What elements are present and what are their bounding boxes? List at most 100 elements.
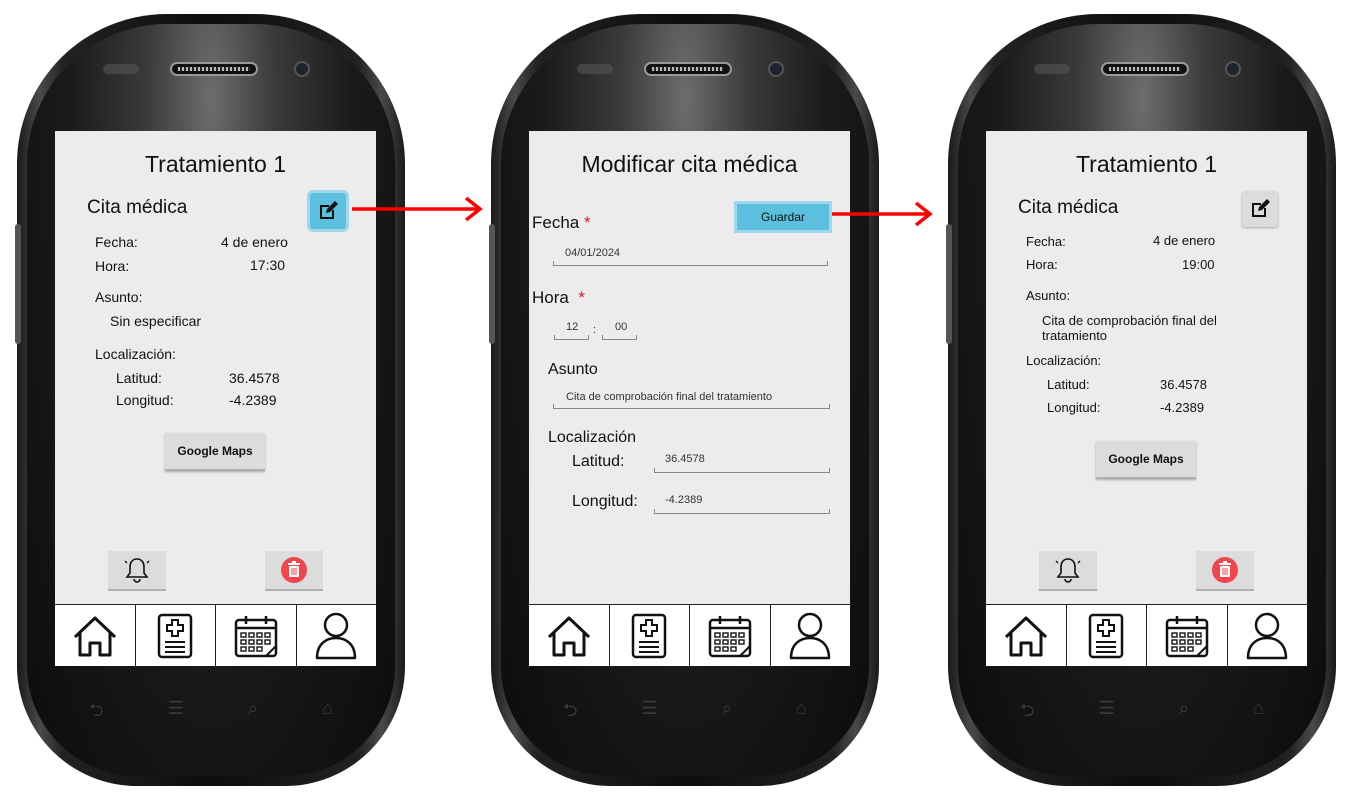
latitud-value: 36.4578 (229, 370, 280, 386)
hora-minutes-value: 00 (615, 321, 628, 333)
medical-record-icon (158, 613, 193, 659)
asunto-input-value: Cita de comprobación final del tratamien… (566, 391, 773, 403)
fecha-value: 4 de enero (221, 234, 288, 250)
front-camera (1225, 61, 1241, 77)
fecha-value: 4 de enero (1153, 233, 1216, 248)
longitud-label: Longitud: (116, 392, 174, 408)
latitud-input-value: 36.4578 (665, 453, 705, 465)
fecha-label: Fecha * (532, 213, 591, 232)
fecha-input-value: 04/01/2024 (565, 247, 621, 259)
screen-edit-appointment: Modificar cita médica Fecha * Guardar 04… (529, 131, 850, 666)
google-maps-button[interactable]: Google Maps (165, 433, 265, 471)
search-key-icon: ⌕ (721, 698, 732, 718)
asunto-label: Asunto: (95, 289, 143, 305)
latitud-label: Latitud: (572, 453, 625, 470)
localizacion-label: Localización: (95, 346, 176, 362)
hora-value: 19:00 (1182, 257, 1215, 272)
tab-medical-record[interactable] (610, 605, 690, 666)
reminder-button[interactable] (1039, 551, 1097, 591)
screen-treatment-detail-updated: Tratamiento 1 Cita médica Fecha: 4 de en… (986, 131, 1307, 666)
menu-key-icon: ☰ (641, 698, 658, 718)
tab-calendar[interactable] (216, 605, 297, 666)
tab-home[interactable] (529, 605, 610, 666)
hora-hours-value: 12 (566, 321, 579, 333)
latitud-value: 36.4578 (1160, 377, 1207, 392)
profile-icon (790, 612, 831, 660)
hora-minutes-input[interactable] (602, 335, 637, 340)
localizacion-label: Localización (548, 429, 637, 446)
tab-medical-record[interactable] (1067, 605, 1147, 666)
localizacion-label: Localización: (1026, 353, 1102, 368)
calendar-icon (708, 616, 751, 658)
hora-label: Hora: (95, 258, 130, 274)
longitud-input-value: -4.2389 (665, 494, 703, 506)
tab-profile[interactable] (297, 605, 377, 666)
home-key-icon: ⌂ (1253, 698, 1264, 718)
speaker-grille (1101, 62, 1189, 76)
asunto-value: Sin especificar (110, 313, 202, 329)
required-mark: * (583, 213, 591, 232)
delete-button[interactable] (1196, 551, 1254, 591)
hardware-nav-keys: ⮌ ☰ ⌕ ⌂ (57, 698, 365, 722)
page-title: Modificar cita médica (581, 151, 798, 177)
section-title: Cita médica (87, 197, 188, 218)
tab-home[interactable] (55, 605, 136, 666)
front-camera (294, 61, 310, 77)
hora-label: Hora * (532, 288, 585, 307)
save-button[interactable]: Guardar (737, 204, 829, 230)
edit-icon (1252, 199, 1270, 217)
menu-key-icon: ☰ (1098, 698, 1115, 718)
home-icon (73, 616, 116, 657)
longitud-label: Longitud: (1047, 400, 1101, 415)
calendar-icon (1165, 616, 1208, 658)
speaker-grille (170, 62, 258, 76)
bottom-tab-bar (529, 604, 850, 666)
bell-icon (124, 558, 150, 583)
latitud-label: Latitud: (116, 370, 162, 386)
hora-hours-input[interactable] (554, 335, 589, 340)
hora-separator: : (593, 324, 597, 336)
screen-treatment-detail: Tratamiento 1 Cita médica Fecha: 4 de en… (55, 131, 376, 666)
fecha-label: Fecha: (95, 234, 138, 250)
search-key-icon: ⌕ (247, 698, 258, 718)
hardware-nav-keys: ⮌ ☰ ⌕ ⌂ (988, 698, 1296, 722)
edit-button[interactable] (1242, 191, 1278, 227)
longitud-label: Longitud: (572, 493, 638, 510)
tab-calendar[interactable] (690, 605, 771, 666)
hardware-nav-keys: ⮌ ☰ ⌕ ⌂ (531, 698, 839, 722)
longitud-value: -4.2389 (1160, 400, 1205, 415)
home-key-icon: ⌂ (796, 698, 807, 718)
flow-arrow-1 (352, 196, 483, 222)
flow-arrow-2 (832, 201, 933, 227)
delete-button[interactable] (265, 551, 323, 591)
back-key-icon: ⮌ (89, 700, 104, 720)
tab-home[interactable] (986, 605, 1067, 666)
required-mark: * (578, 288, 585, 307)
reminder-button[interactable] (108, 551, 166, 591)
page-title: Tratamiento 1 (1075, 151, 1218, 177)
asunto-value: Cita de comprobación final del tratamien… (1042, 313, 1217, 343)
trash-icon (1212, 557, 1238, 583)
latitud-input[interactable] (654, 468, 830, 473)
asunto-label: Asunto: (1026, 288, 1071, 303)
back-key-icon: ⮌ (563, 700, 578, 720)
bottom-tab-bar (55, 604, 376, 666)
tab-profile[interactable] (1228, 605, 1308, 666)
page-title: Tratamiento 1 (144, 151, 287, 177)
search-key-icon: ⌕ (1178, 698, 1189, 718)
edit-button[interactable] (310, 193, 346, 229)
home-icon (1004, 616, 1047, 657)
longitud-value: -4.2389 (229, 392, 277, 408)
section-title: Cita médica (1018, 197, 1119, 218)
fecha-input[interactable] (553, 261, 828, 266)
home-key-icon: ⌂ (322, 698, 333, 718)
tab-profile[interactable] (771, 605, 851, 666)
asunto-input[interactable] (553, 404, 830, 409)
tab-medical-record[interactable] (136, 605, 216, 666)
medical-record-icon (632, 613, 667, 659)
google-maps-button[interactable]: Google Maps (1096, 441, 1196, 479)
profile-icon (316, 612, 357, 660)
longitud-input[interactable] (654, 509, 830, 514)
tab-calendar[interactable] (1147, 605, 1228, 666)
menu-key-icon: ☰ (167, 698, 184, 718)
